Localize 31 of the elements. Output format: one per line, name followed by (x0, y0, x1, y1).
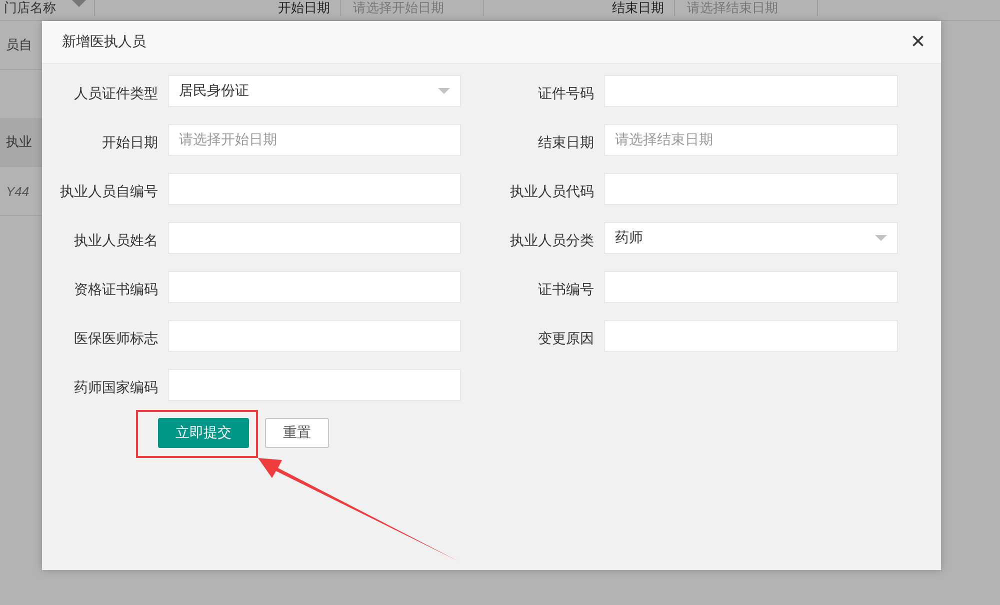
field-label: 证书编号 (537, 280, 594, 299)
date-field[interactable]: 请选择结束日期 (675, 0, 818, 16)
field-label: 人员证件类型 (73, 84, 158, 103)
field-label: 执业人员分类 (509, 231, 594, 250)
table-cell: Y44 (6, 184, 30, 198)
field-label: 执业人员代码 (509, 182, 594, 201)
reset-button[interactable]: 重置 (265, 418, 329, 448)
dropdown-arrow-icon (438, 88, 450, 94)
field-label: 执业人员姓名 (73, 231, 158, 250)
dropdown-field[interactable]: 药师 (604, 222, 898, 254)
column-header: 员自 (6, 36, 32, 54)
field-label: 药师国家编码 (73, 378, 158, 397)
field-label: 变更原因 (537, 329, 594, 348)
date-field[interactable]: 请选择开始日期 (168, 124, 461, 156)
submit-button[interactable]: 立即提交 (158, 418, 249, 448)
store-name-label: 门店名称 (4, 0, 56, 16)
date-field[interactable]: 请选择结束日期 (604, 124, 898, 156)
column-header: 执业 (6, 133, 32, 151)
field-label: 结束日期 (537, 133, 594, 152)
dialog-title: 新增医执人员 (62, 33, 146, 51)
dropdown-arrow-icon (875, 235, 887, 241)
dropdown-arrow-icon (72, 0, 86, 7)
field-label: 证件号码 (537, 84, 594, 103)
field-label: 开始日期 (101, 133, 158, 152)
filter-label: 开始日期 (260, 0, 341, 16)
field-label: 资格证书编码 (73, 280, 158, 299)
field-label: 执业人员自编号 (59, 182, 158, 201)
field-label: 医保医师标志 (73, 329, 158, 348)
dropdown-field[interactable]: 居民身份证 (168, 75, 461, 107)
filter-label: 结束日期 (594, 0, 675, 16)
date-field[interactable]: 请选择开始日期 (341, 0, 484, 16)
